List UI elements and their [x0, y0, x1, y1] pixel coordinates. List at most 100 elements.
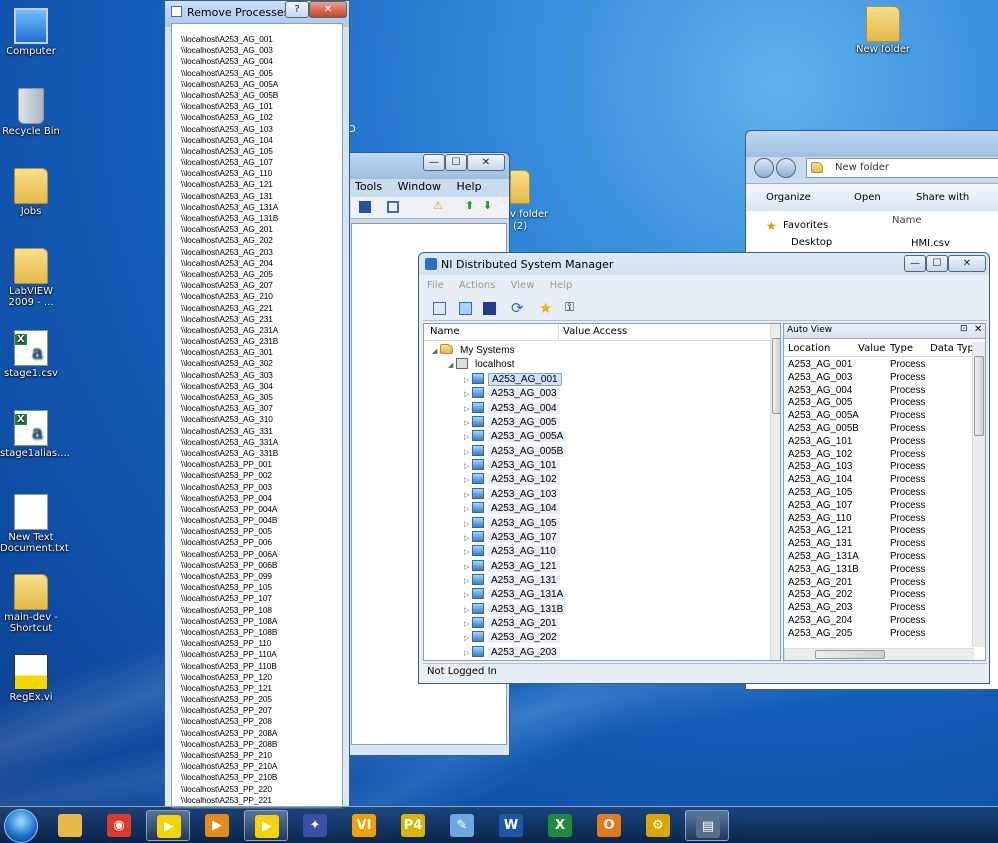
tree-item-process[interactable]: ▷ A253_AG_105 [424, 516, 772, 532]
taskbar-button[interactable]: P4 [391, 810, 435, 841]
desktop-icon[interactable]: stage1.csv [0, 330, 62, 379]
tree-item-process[interactable]: ▷ A253_AG_103 [424, 487, 772, 503]
forward-button[interactable] [776, 158, 796, 178]
tree-item-process[interactable]: ▷ A253_AG_121 [424, 559, 772, 575]
address-bar[interactable]: New folder [806, 158, 998, 178]
tree-item-process[interactable]: ▷ A253_AG_202 [424, 631, 772, 645]
name-column-header[interactable]: Name [892, 215, 922, 226]
arrow-up-icon[interactable]: ⬆ [465, 199, 474, 212]
tree-item-process[interactable]: ▷ A253_AG_101 [424, 459, 772, 473]
auto-view-row[interactable]: A253_AG_105 Process [784, 487, 972, 500]
close-icon[interactable]: ✕ [974, 324, 982, 335]
auto-view-row[interactable]: A253_AG_003 Process [784, 372, 972, 385]
expand-icon[interactable]: ▷ [464, 388, 472, 402]
menu-help[interactable]: Help [550, 280, 573, 291]
tree-item-process[interactable]: ▷ A253_AG_003 [424, 387, 772, 401]
desktop-icon[interactable]: LabVIEW 2009 - ... [0, 248, 62, 308]
minimize-button[interactable]: — [904, 255, 926, 272]
login-icon[interactable]: ⚿ [565, 300, 574, 315]
tree-item-process[interactable]: ▷ A253_AG_005B [424, 444, 772, 460]
auto-view-row[interactable]: A253_AG_202 Process [784, 589, 972, 602]
desktop-icon[interactable]: main-dev - Shortcut [0, 574, 62, 634]
tree-item-process[interactable]: ▷ A253_AG_131 [424, 573, 772, 588]
value-column-header[interactable]: Value [858, 342, 885, 356]
expand-icon[interactable]: ▷ [464, 518, 472, 532]
tree-host-localhost[interactable]: ◢ localhost [424, 358, 772, 372]
expand-icon[interactable]: ▷ [464, 546, 472, 560]
tree-item-process[interactable]: ▷ A253_AG_005 [424, 416, 772, 430]
menu-actions[interactable]: Actions [459, 280, 496, 291]
expand-icon[interactable]: ▷ [464, 503, 472, 517]
tree-item-process[interactable]: ▷ A253_AG_005A [424, 430, 772, 444]
close-button[interactable]: ✕ [467, 154, 505, 171]
new-icon[interactable] [433, 302, 446, 315]
help-button[interactable]: ? [285, 1, 309, 18]
expand-icon[interactable]: ▷ [464, 403, 472, 417]
tree-item-process[interactable]: ▷ A253_AG_110 [424, 545, 772, 559]
open-icon[interactable] [459, 302, 472, 315]
taskbar-button[interactable]: ✦ [293, 810, 337, 841]
menu-view[interactable]: View [511, 280, 535, 291]
auto-view-row[interactable]: A253_AG_107 Process [784, 500, 972, 513]
open-menu[interactable]: Open [854, 192, 881, 203]
taskbar-button[interactable]: ✎ [440, 810, 484, 841]
close-button[interactable]: ✕ [309, 1, 347, 18]
menu-tools[interactable]: Tools [355, 180, 382, 193]
taskbar-button[interactable]: ▶ [146, 810, 190, 841]
auto-view-row[interactable]: A253_AG_203 Process [784, 602, 972, 615]
share-with-menu[interactable]: Share with [916, 192, 969, 203]
close-button[interactable]: ✕ [948, 255, 986, 272]
auto-view-row[interactable]: A253_AG_004 Process [784, 385, 972, 398]
desktop-icon[interactable]: New folder [852, 6, 914, 55]
desktop-icon[interactable]: Computer [0, 8, 62, 57]
taskbar-button[interactable]: O [587, 810, 631, 841]
warning-icon[interactable]: ⚠ [433, 199, 443, 212]
grid-icon[interactable] [387, 201, 399, 213]
desktop-icon[interactable]: stage1alias.... [0, 410, 70, 459]
menu-window[interactable]: Window [398, 180, 441, 193]
tree-item-process[interactable]: ▷ A253_AG_004 [424, 401, 772, 417]
expand-icon[interactable]: ▷ [464, 460, 472, 474]
auto-view-hscroll[interactable] [784, 648, 974, 660]
desktop-icon[interactable]: RegEx.vi [0, 654, 62, 703]
start-button[interactable] [4, 809, 38, 843]
taskbar-button[interactable] [48, 810, 92, 841]
arrow-down-icon[interactable]: ⬇ [483, 199, 492, 212]
expand-icon[interactable]: ◢ [448, 359, 456, 373]
desktop-icon[interactable]: Jobs [0, 168, 62, 217]
tree-root-my-systems[interactable]: ◢ My Systems [424, 344, 772, 358]
tree-item-process[interactable]: ▷ A253_AG_001 [424, 373, 772, 387]
menu-help[interactable]: Help [456, 180, 481, 193]
expand-icon[interactable]: ▷ [464, 417, 472, 431]
tree-item-process[interactable]: ▷ A253_AG_107 [424, 530, 772, 545]
expand-icon[interactable]: ▷ [464, 446, 472, 460]
expand-icon[interactable]: ▷ [464, 618, 472, 632]
expand-icon[interactable]: ▷ [464, 589, 472, 603]
back-button[interactable] [754, 158, 774, 178]
tree-item-process[interactable]: ▷ A253_AG_201 [424, 616, 772, 632]
auto-view-row[interactable]: A253_AG_131B Process [784, 564, 972, 577]
tree-item-process[interactable]: ▷ A253_AG_102 [424, 473, 772, 487]
auto-view-row[interactable]: A253_AG_201 Process [784, 577, 972, 590]
auto-view-row[interactable]: A253_AG_101 Process [784, 436, 972, 449]
auto-view-row[interactable]: A253_AG_104 Process [784, 474, 972, 487]
save-icon[interactable] [483, 302, 496, 315]
favorites-label[interactable]: Favorites [783, 220, 828, 231]
expand-icon[interactable]: ▷ [464, 431, 472, 445]
expand-icon[interactable]: ▷ [464, 489, 472, 503]
tree-item-process[interactable]: ▷ A253_AG_104 [424, 502, 772, 516]
name-column-header[interactable]: Name [430, 325, 460, 339]
maximize-button[interactable]: ☐ [926, 255, 948, 272]
expand-icon[interactable]: ▷ [464, 374, 472, 388]
auto-view-row[interactable]: A253_AG_103 Process [784, 461, 972, 474]
auto-view-row[interactable]: A253_AG_005A Process [784, 410, 972, 423]
taskbar-button[interactable]: ▶ [244, 810, 288, 841]
auto-view-row[interactable]: A253_AG_005B Process [784, 423, 972, 436]
expand-icon[interactable]: ▷ [464, 561, 472, 575]
taskbar-button[interactable]: ▶ [195, 810, 239, 841]
scroll-thumb[interactable] [772, 338, 780, 414]
taskbar-button[interactable]: VI [342, 810, 386, 841]
location-column-header[interactable]: Location [788, 342, 830, 356]
save-icon[interactable] [359, 201, 371, 213]
auto-view-row[interactable]: A253_AG_131A Process [784, 551, 972, 564]
